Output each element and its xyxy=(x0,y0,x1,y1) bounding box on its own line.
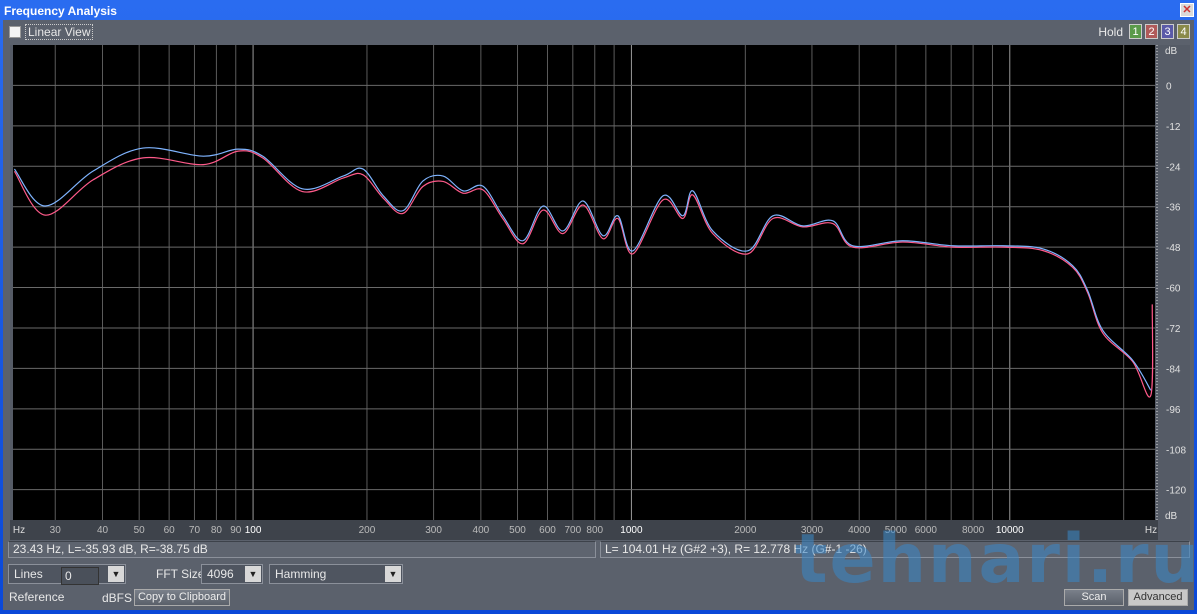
y-tick-label: -96 xyxy=(1166,405,1181,416)
x-tick-label: 6000 xyxy=(915,525,938,536)
x-tick-label: 5000 xyxy=(885,525,908,536)
cursor-readout: 23.43 Hz, L=-35.93 dB, R=-38.75 dB xyxy=(8,541,596,558)
x-tick-label: 600 xyxy=(539,525,556,536)
x-axis-unit: Hz xyxy=(13,525,25,536)
plot-background xyxy=(13,45,1155,520)
window-function-value: Hamming xyxy=(275,567,327,581)
x-tick-label: 70 xyxy=(189,525,201,536)
x-tick-label: 8000 xyxy=(962,525,985,536)
window-title: Frequency Analysis xyxy=(4,4,117,18)
spectrum-chart[interactable]: 0 -12 -24 -36 -48 -60 -72 -84 -96 -108 -120 dB dB 30 4… xyxy=(10,45,1190,540)
hold-button-1[interactable]: 1 xyxy=(1129,24,1142,39)
x-axis-band xyxy=(10,520,1158,540)
y-tick-label: -48 xyxy=(1166,243,1181,254)
y-axis-unit: dB xyxy=(1165,46,1178,57)
chevron-down-icon[interactable]: ▼ xyxy=(245,566,261,582)
window-function-select[interactable]: Hamming ▼ xyxy=(269,564,403,584)
advanced-button[interactable]: Advanced xyxy=(1128,589,1188,606)
y-tick-label: -12 xyxy=(1166,122,1181,133)
hold-group: Hold 1 2 3 4 xyxy=(1098,24,1190,39)
linear-view-label: Linear View xyxy=(25,24,94,40)
x-tick-label: 500 xyxy=(509,525,526,536)
chevron-down-icon[interactable]: ▼ xyxy=(108,566,124,582)
x-tick-label: 300 xyxy=(425,525,442,536)
x-tick-label: 4000 xyxy=(848,525,871,536)
display-mode-value: Lines xyxy=(14,567,43,581)
checkbox-box[interactable] xyxy=(9,26,21,38)
x-tick-label: 10000 xyxy=(996,525,1024,536)
reference-label: Reference xyxy=(9,590,65,604)
x-tick-label: 80 xyxy=(211,525,223,536)
frequency-analysis-window: Frequency Analysis ✕ Linear View Hold 1 … xyxy=(0,0,1197,614)
reference-unit: dBFS xyxy=(102,591,133,605)
hold-button-3[interactable]: 3 xyxy=(1161,24,1174,39)
x-tick-label: 100 xyxy=(245,525,262,536)
y-axis-unit: dB xyxy=(1165,511,1178,522)
y-tick-label: -108 xyxy=(1166,445,1186,456)
y-tick-label: -84 xyxy=(1166,364,1181,375)
chevron-down-icon[interactable]: ▼ xyxy=(385,566,401,582)
x-tick-label: 400 xyxy=(473,525,490,536)
x-tick-label: 1000 xyxy=(620,525,643,536)
x-tick-label: 3000 xyxy=(801,525,824,536)
fft-size-label: FFT Size xyxy=(156,567,205,581)
x-tick-label: 2000 xyxy=(734,525,757,536)
y-tick-label: 0 xyxy=(1166,81,1172,92)
hold-button-4[interactable]: 4 xyxy=(1177,24,1190,39)
x-tick-label: 60 xyxy=(164,525,176,536)
x-tick-label: 200 xyxy=(359,525,376,536)
y-tick-label: -24 xyxy=(1166,162,1181,173)
x-axis-unit: Hz xyxy=(1145,525,1157,536)
fft-size-value: 4096 xyxy=(207,567,234,581)
peak-readout: L= 104.01 Hz (G#2 +3), R= 12.778 Hz (G#-… xyxy=(600,541,1190,558)
close-icon[interactable]: ✕ xyxy=(1180,3,1194,17)
x-tick-label: 40 xyxy=(97,525,109,536)
hold-button-2[interactable]: 2 xyxy=(1145,24,1158,39)
window-client: Linear View Hold 1 2 3 4 0 -12 -24 -36 -48 -6… xyxy=(3,20,1194,610)
hold-label: Hold xyxy=(1098,24,1123,39)
y-tick-label: -60 xyxy=(1166,284,1181,295)
x-tick-label: 800 xyxy=(586,525,603,536)
x-tick-label: 700 xyxy=(564,525,581,536)
linear-view-checkbox[interactable]: Linear View xyxy=(9,24,94,40)
y-tick-label: -36 xyxy=(1166,203,1181,214)
x-tick-label: 90 xyxy=(230,525,242,536)
scan-button[interactable]: Scan xyxy=(1064,589,1124,606)
spectrum-plot-area[interactable]: 0 -12 -24 -36 -48 -60 -72 -84 -96 -108 -120 dB dB 30 4… xyxy=(10,45,1190,540)
y-tick-label: -120 xyxy=(1166,486,1186,497)
fft-size-select[interactable]: 4096 ▼ xyxy=(201,564,263,584)
x-tick-label: 50 xyxy=(134,525,146,536)
y-tick-label: -72 xyxy=(1166,324,1181,335)
copy-to-clipboard-button[interactable]: Copy to Clipboard xyxy=(134,589,230,606)
reference-input[interactable]: 0 xyxy=(61,567,99,585)
x-tick-label: 30 xyxy=(50,525,62,536)
